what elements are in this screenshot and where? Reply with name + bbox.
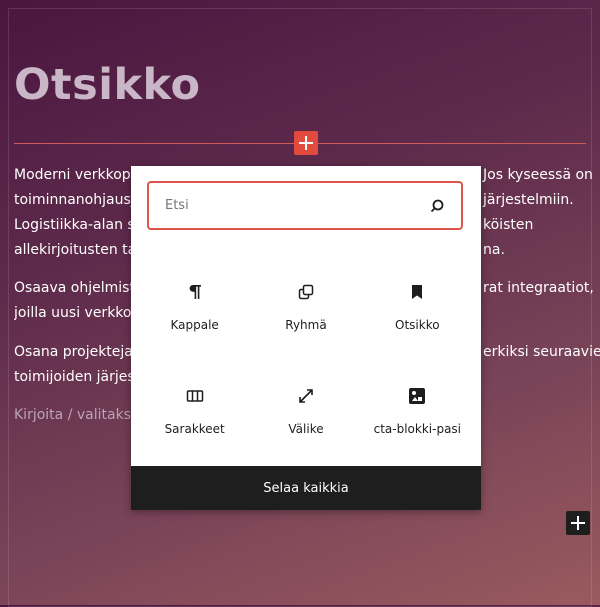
paragraph-text-right: järjestelmiin. — [483, 192, 574, 208]
block-item-heading[interactable]: Otsikko — [362, 266, 473, 370]
search-icon — [427, 196, 447, 216]
paragraph-text-left: Osaava ohjelmisto — [14, 280, 144, 296]
reusable-block-icon — [405, 384, 429, 408]
paragraph-text-left: Osana projektejar — [14, 344, 139, 360]
block-item-paragraph[interactable]: Kappale — [139, 266, 250, 370]
paragraph-text-right: Jos kyseessä on — [483, 167, 593, 183]
plus-icon — [299, 136, 313, 150]
paragraph-text-left: Moderni verkkopa — [14, 167, 140, 183]
paragraph-text-right: köisten — [483, 217, 534, 233]
plus-icon — [571, 516, 585, 530]
paragraph-text-left: toimijoiden järjest — [14, 369, 141, 385]
page-heading[interactable]: Otsikko — [14, 60, 201, 110]
block-item-cta-blokki-pasi[interactable]: cta-blokki-pasi — [362, 370, 473, 474]
paragraph-text-left: allekirjoitusten tar — [14, 242, 142, 258]
inserter-search — [147, 181, 463, 230]
group-icon — [294, 280, 318, 304]
block-item-label: Sarakkeet — [164, 422, 225, 436]
block-item-group[interactable]: Ryhmä — [250, 266, 361, 370]
columns-icon — [183, 384, 207, 408]
block-item-label: Otsikko — [395, 318, 440, 332]
browse-all-button[interactable]: Selaa kaikkia — [131, 466, 481, 510]
block-types-grid: Kappale Ryhmä Otsikko Sarakkeet Välike c… — [139, 266, 473, 474]
paragraph-text-left: Logistiikka-alan so — [14, 217, 144, 233]
append-block-button[interactable] — [566, 511, 590, 535]
placeholder-text: Kirjoita / valitakse — [14, 407, 140, 423]
block-item-columns[interactable]: Sarakkeet — [139, 370, 250, 474]
paragraph-text-left: joilla uusi verkkop — [14, 305, 141, 321]
paragraph-text-right: erkiksi seuraavien — [483, 344, 600, 360]
heading-bookmark-icon — [405, 280, 429, 304]
block-item-label: cta-blokki-pasi — [373, 422, 462, 436]
block-item-spacer[interactable]: Välike — [250, 370, 361, 474]
block-item-label: Kappale — [170, 318, 219, 332]
paragraph-text-right: na. — [483, 242, 505, 258]
block-search-input[interactable] — [149, 182, 427, 229]
block-item-label: Ryhmä — [285, 318, 327, 332]
paragraph-text-left: toiminnanohjausjä — [14, 192, 144, 208]
paragraph-text-right: rat integraatiot, — [483, 280, 594, 296]
spacer-resize-icon — [294, 384, 318, 408]
paragraph-icon — [183, 280, 207, 304]
block-item-label: Välike — [288, 422, 324, 436]
inline-add-block-button[interactable] — [294, 131, 318, 155]
block-inserter-popover: Kappale Ryhmä Otsikko Sarakkeet — [131, 166, 481, 510]
